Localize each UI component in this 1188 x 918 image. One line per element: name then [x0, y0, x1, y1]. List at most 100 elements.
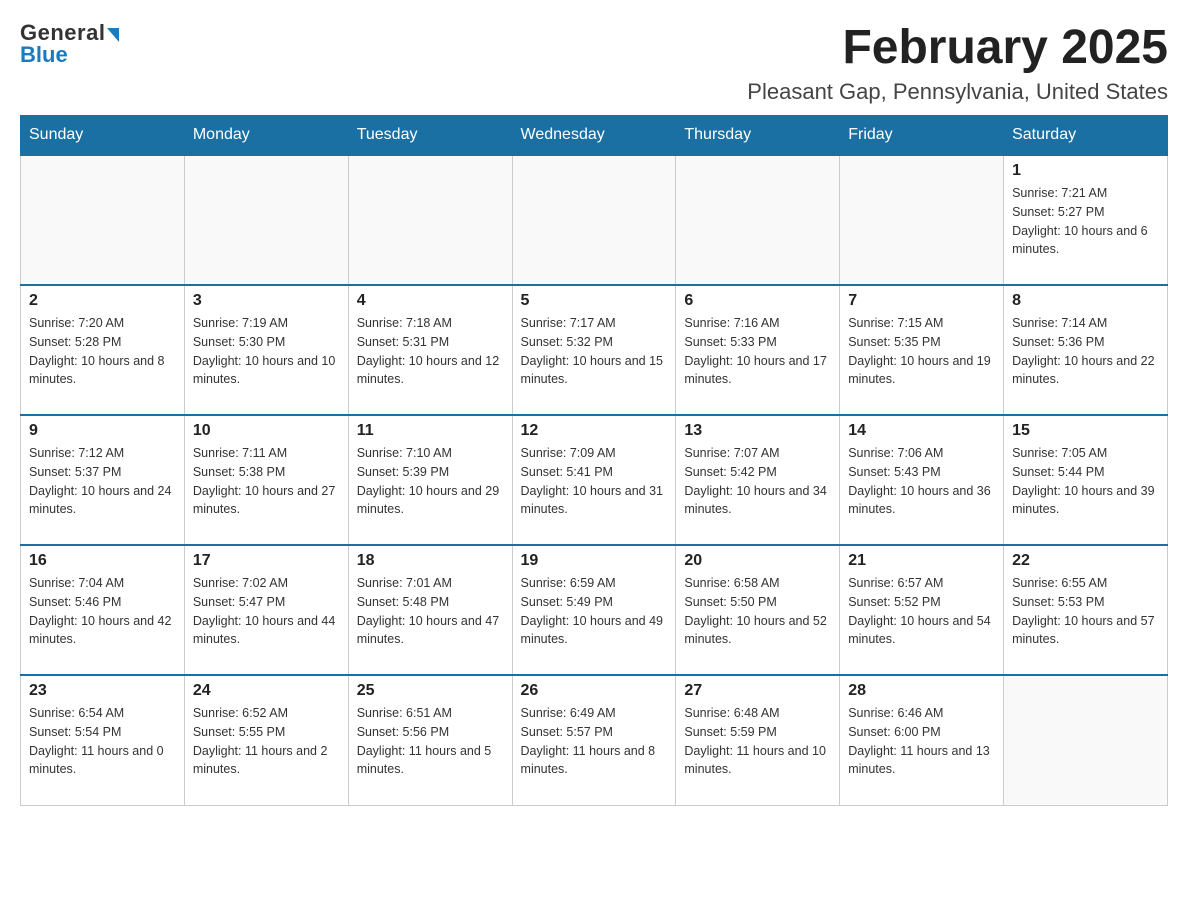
day-number: 26 [521, 682, 668, 700]
calendar-cell: 5 Sunrise: 7:17 AMSunset: 5:32 PMDaylight… [512, 285, 676, 415]
calendar-table: SundayMondayTuesdayWednesdayThursdayFrid… [20, 115, 1168, 806]
day-info: Sunrise: 7:01 AMSunset: 5:48 PMDaylight:… [357, 574, 504, 649]
calendar-cell: 17 Sunrise: 7:02 AMSunset: 5:47 PMDayligh… [184, 545, 348, 675]
day-info: Sunrise: 6:52 AMSunset: 5:55 PMDaylight:… [193, 704, 340, 779]
calendar-cell: 6 Sunrise: 7:16 AMSunset: 5:33 PMDaylight… [676, 285, 840, 415]
day-number: 7 [848, 292, 995, 310]
calendar-cell: 14 Sunrise: 7:06 AMSunset: 5:43 PMDayligh… [840, 415, 1004, 545]
day-info: Sunrise: 6:57 AMSunset: 5:52 PMDaylight:… [848, 574, 995, 649]
day-number: 20 [684, 552, 831, 570]
day-number: 14 [848, 422, 995, 440]
calendar-cell: 25 Sunrise: 6:51 AMSunset: 5:56 PMDayligh… [348, 675, 512, 805]
calendar-header-friday: Friday [840, 116, 1004, 156]
calendar-cell: 11 Sunrise: 7:10 AMSunset: 5:39 PMDayligh… [348, 415, 512, 545]
day-number: 11 [357, 422, 504, 440]
calendar-cell: 20 Sunrise: 6:58 AMSunset: 5:50 PMDayligh… [676, 545, 840, 675]
page-header: General Blue February 2025 Pleasant Gap,… [20, 20, 1168, 105]
day-info: Sunrise: 7:19 AMSunset: 5:30 PMDaylight:… [193, 314, 340, 389]
day-number: 8 [1012, 292, 1159, 310]
day-info: Sunrise: 7:06 AMSunset: 5:43 PMDaylight:… [848, 444, 995, 519]
title-section: February 2025 Pleasant Gap, Pennsylvania… [747, 20, 1168, 105]
day-number: 17 [193, 552, 340, 570]
calendar-cell [1004, 675, 1168, 805]
day-info: Sunrise: 7:11 AMSunset: 5:38 PMDaylight:… [193, 444, 340, 519]
calendar-cell: 3 Sunrise: 7:19 AMSunset: 5:30 PMDaylight… [184, 285, 348, 415]
calendar-header-saturday: Saturday [1004, 116, 1168, 156]
day-info: Sunrise: 7:04 AMSunset: 5:46 PMDaylight:… [29, 574, 176, 649]
day-number: 2 [29, 292, 176, 310]
day-info: Sunrise: 7:18 AMSunset: 5:31 PMDaylight:… [357, 314, 504, 389]
day-number: 15 [1012, 422, 1159, 440]
day-info: Sunrise: 6:51 AMSunset: 5:56 PMDaylight:… [357, 704, 504, 779]
calendar-cell: 26 Sunrise: 6:49 AMSunset: 5:57 PMDayligh… [512, 675, 676, 805]
calendar-cell: 8 Sunrise: 7:14 AMSunset: 5:36 PMDaylight… [1004, 285, 1168, 415]
day-number: 1 [1012, 162, 1159, 180]
calendar-cell: 1 Sunrise: 7:21 AMSunset: 5:27 PMDaylight… [1004, 155, 1168, 285]
day-number: 21 [848, 552, 995, 570]
day-number: 24 [193, 682, 340, 700]
day-number: 3 [193, 292, 340, 310]
day-info: Sunrise: 7:10 AMSunset: 5:39 PMDaylight:… [357, 444, 504, 519]
calendar-week-row-3: 9 Sunrise: 7:12 AMSunset: 5:37 PMDaylight… [21, 415, 1168, 545]
day-number: 22 [1012, 552, 1159, 570]
day-number: 12 [521, 422, 668, 440]
day-number: 6 [684, 292, 831, 310]
calendar-header-wednesday: Wednesday [512, 116, 676, 156]
calendar-cell: 21 Sunrise: 6:57 AMSunset: 5:52 PMDayligh… [840, 545, 1004, 675]
calendar-cell: 18 Sunrise: 7:01 AMSunset: 5:48 PMDayligh… [348, 545, 512, 675]
calendar-cell: 7Sunrise: 7:15 AMSunset: 5:35 PMDaylight… [840, 285, 1004, 415]
day-number: 16 [29, 552, 176, 570]
day-number: 28 [848, 682, 995, 700]
day-info: Sunrise: 6:59 AMSunset: 5:49 PMDaylight:… [521, 574, 668, 649]
calendar-cell [840, 155, 1004, 285]
day-info: Sunrise: 7:07 AMSunset: 5:42 PMDaylight:… [684, 444, 831, 519]
calendar-cell: 4 Sunrise: 7:18 AMSunset: 5:31 PMDaylight… [348, 285, 512, 415]
day-number: 25 [357, 682, 504, 700]
calendar-cell: 23 Sunrise: 6:54 AMSunset: 5:54 PMDayligh… [21, 675, 185, 805]
calendar-cell: 22 Sunrise: 6:55 AMSunset: 5:53 PMDayligh… [1004, 545, 1168, 675]
day-number: 9 [29, 422, 176, 440]
day-info: Sunrise: 7:21 AMSunset: 5:27 PMDaylight:… [1012, 184, 1159, 259]
calendar-cell: 15 Sunrise: 7:05 AMSunset: 5:44 PMDayligh… [1004, 415, 1168, 545]
day-info: Sunrise: 7:02 AMSunset: 5:47 PMDaylight:… [193, 574, 340, 649]
calendar-cell [184, 155, 348, 285]
day-info: Sunrise: 7:09 AMSunset: 5:41 PMDaylight:… [521, 444, 668, 519]
location-subtitle: Pleasant Gap, Pennsylvania, United State… [747, 79, 1168, 105]
logo-blue-text: Blue [20, 42, 68, 68]
calendar-cell: 24 Sunrise: 6:52 AMSunset: 5:55 PMDayligh… [184, 675, 348, 805]
day-number: 18 [357, 552, 504, 570]
day-info: Sunrise: 6:48 AMSunset: 5:59 PMDaylight:… [684, 704, 831, 779]
day-number: 10 [193, 422, 340, 440]
day-info: Sunrise: 6:46 AMSunset: 6:00 PMDaylight:… [848, 704, 995, 779]
day-number: 4 [357, 292, 504, 310]
day-info: Sunrise: 7:05 AMSunset: 5:44 PMDaylight:… [1012, 444, 1159, 519]
calendar-cell [21, 155, 185, 285]
day-info: Sunrise: 6:55 AMSunset: 5:53 PMDaylight:… [1012, 574, 1159, 649]
day-info: Sunrise: 7:12 AMSunset: 5:37 PMDaylight:… [29, 444, 176, 519]
calendar-cell: 13 Sunrise: 7:07 AMSunset: 5:42 PMDayligh… [676, 415, 840, 545]
calendar-header-thursday: Thursday [676, 116, 840, 156]
calendar-week-row-2: 2 Sunrise: 7:20 AMSunset: 5:28 PMDaylight… [21, 285, 1168, 415]
calendar-cell: 10 Sunrise: 7:11 AMSunset: 5:38 PMDayligh… [184, 415, 348, 545]
calendar-week-row-5: 23 Sunrise: 6:54 AMSunset: 5:54 PMDayligh… [21, 675, 1168, 805]
calendar-cell: 2 Sunrise: 7:20 AMSunset: 5:28 PMDaylight… [21, 285, 185, 415]
day-info: Sunrise: 7:20 AMSunset: 5:28 PMDaylight:… [29, 314, 176, 389]
calendar-cell: 16 Sunrise: 7:04 AMSunset: 5:46 PMDayligh… [21, 545, 185, 675]
day-info: Sunrise: 7:17 AMSunset: 5:32 PMDaylight:… [521, 314, 668, 389]
day-number: 5 [521, 292, 668, 310]
calendar-header-tuesday: Tuesday [348, 116, 512, 156]
calendar-week-row-4: 16 Sunrise: 7:04 AMSunset: 5:46 PMDayligh… [21, 545, 1168, 675]
calendar-cell: 28 Sunrise: 6:46 AMSunset: 6:00 PMDayligh… [840, 675, 1004, 805]
calendar-header-sunday: Sunday [21, 116, 185, 156]
day-info: Sunrise: 7:16 AMSunset: 5:33 PMDaylight:… [684, 314, 831, 389]
calendar-week-row-1: 1 Sunrise: 7:21 AMSunset: 5:27 PMDaylight… [21, 155, 1168, 285]
calendar-cell [512, 155, 676, 285]
calendar-cell: 12 Sunrise: 7:09 AMSunset: 5:41 PMDayligh… [512, 415, 676, 545]
day-number: 13 [684, 422, 831, 440]
logo: General Blue [20, 20, 119, 68]
day-info: Sunrise: 7:14 AMSunset: 5:36 PMDaylight:… [1012, 314, 1159, 389]
day-info: Sunrise: 6:58 AMSunset: 5:50 PMDaylight:… [684, 574, 831, 649]
day-info: Sunrise: 6:49 AMSunset: 5:57 PMDaylight:… [521, 704, 668, 779]
day-number: 23 [29, 682, 176, 700]
day-info: Sunrise: 6:54 AMSunset: 5:54 PMDaylight:… [29, 704, 176, 779]
